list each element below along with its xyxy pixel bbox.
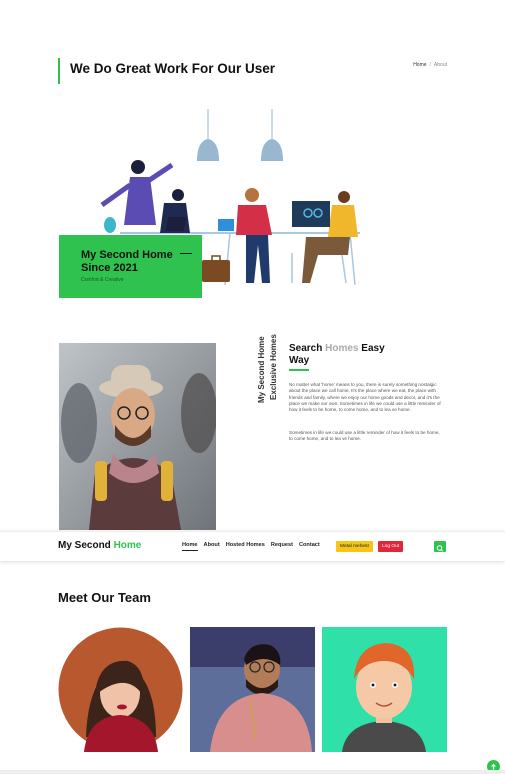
team-member-1-avatar (58, 627, 183, 752)
brand-part1: My Second (58, 540, 114, 551)
navbar: My Second Home Home About Hosted Homes R… (0, 531, 505, 561)
team-member-2-photo (190, 627, 315, 752)
search-icon (436, 545, 444, 552)
breadcrumb-home[interactable]: Home (413, 62, 426, 68)
team-member-3-avatar (322, 627, 447, 752)
logout-button[interactable]: Log Out (378, 541, 404, 552)
vertical-tagline: My Second Home Exclusive Homes (256, 325, 284, 405)
search-button[interactable] (434, 541, 446, 552)
hero-subtitle: Comfort & Creative (81, 277, 124, 283)
breadcrumb-separator: / (429, 62, 431, 68)
breadcrumb: Home / About (413, 62, 447, 68)
vertical-line-1: My Second Home (257, 336, 266, 403)
heading-underline (289, 369, 309, 371)
metamask-button[interactable]: Metal mehest (336, 541, 373, 552)
nav-links: Home About Hosted Homes Request Contact (182, 542, 320, 551)
brand-part2: Home (113, 540, 142, 551)
page-title: We Do Great Work For Our User (70, 61, 276, 76)
breadcrumb-current: About (433, 62, 447, 68)
vertical-line-2: Exclusive Homes (269, 334, 278, 400)
hero-title-line2: Since 2021 (81, 261, 138, 274)
about-heading: Search Homes Easy Way (289, 343, 399, 367)
about-paragraph-2: Sometimes in life we could use a little … (289, 430, 440, 442)
hero-box: My Second Home Since 2021 Comfort & Crea… (59, 235, 202, 298)
hero-title-underline (180, 253, 192, 254)
nav-link-about[interactable]: About (204, 542, 220, 551)
team-heading: Meet Our Team (58, 590, 151, 605)
brand-logo[interactable]: My Second Home (58, 540, 141, 551)
about-photo (59, 343, 216, 530)
nav-link-hosted-homes[interactable]: Hosted Homes (226, 542, 265, 551)
heading-part1: Search (289, 343, 326, 354)
about-paragraph-1: No matter what 'home' means to you, ther… (289, 382, 441, 413)
heading-muted: Homes (325, 343, 359, 354)
nav-link-home[interactable]: Home (182, 542, 198, 551)
hero-title-line1: My Second Home (81, 249, 173, 261)
nav-link-request[interactable]: Request (271, 542, 293, 551)
hero-title: My Second Home Since 2021 (81, 249, 173, 274)
page-header: We Do Great Work For Our User (58, 58, 275, 84)
nav-link-contact[interactable]: Contact (299, 542, 320, 551)
footer-divider (0, 770, 505, 774)
